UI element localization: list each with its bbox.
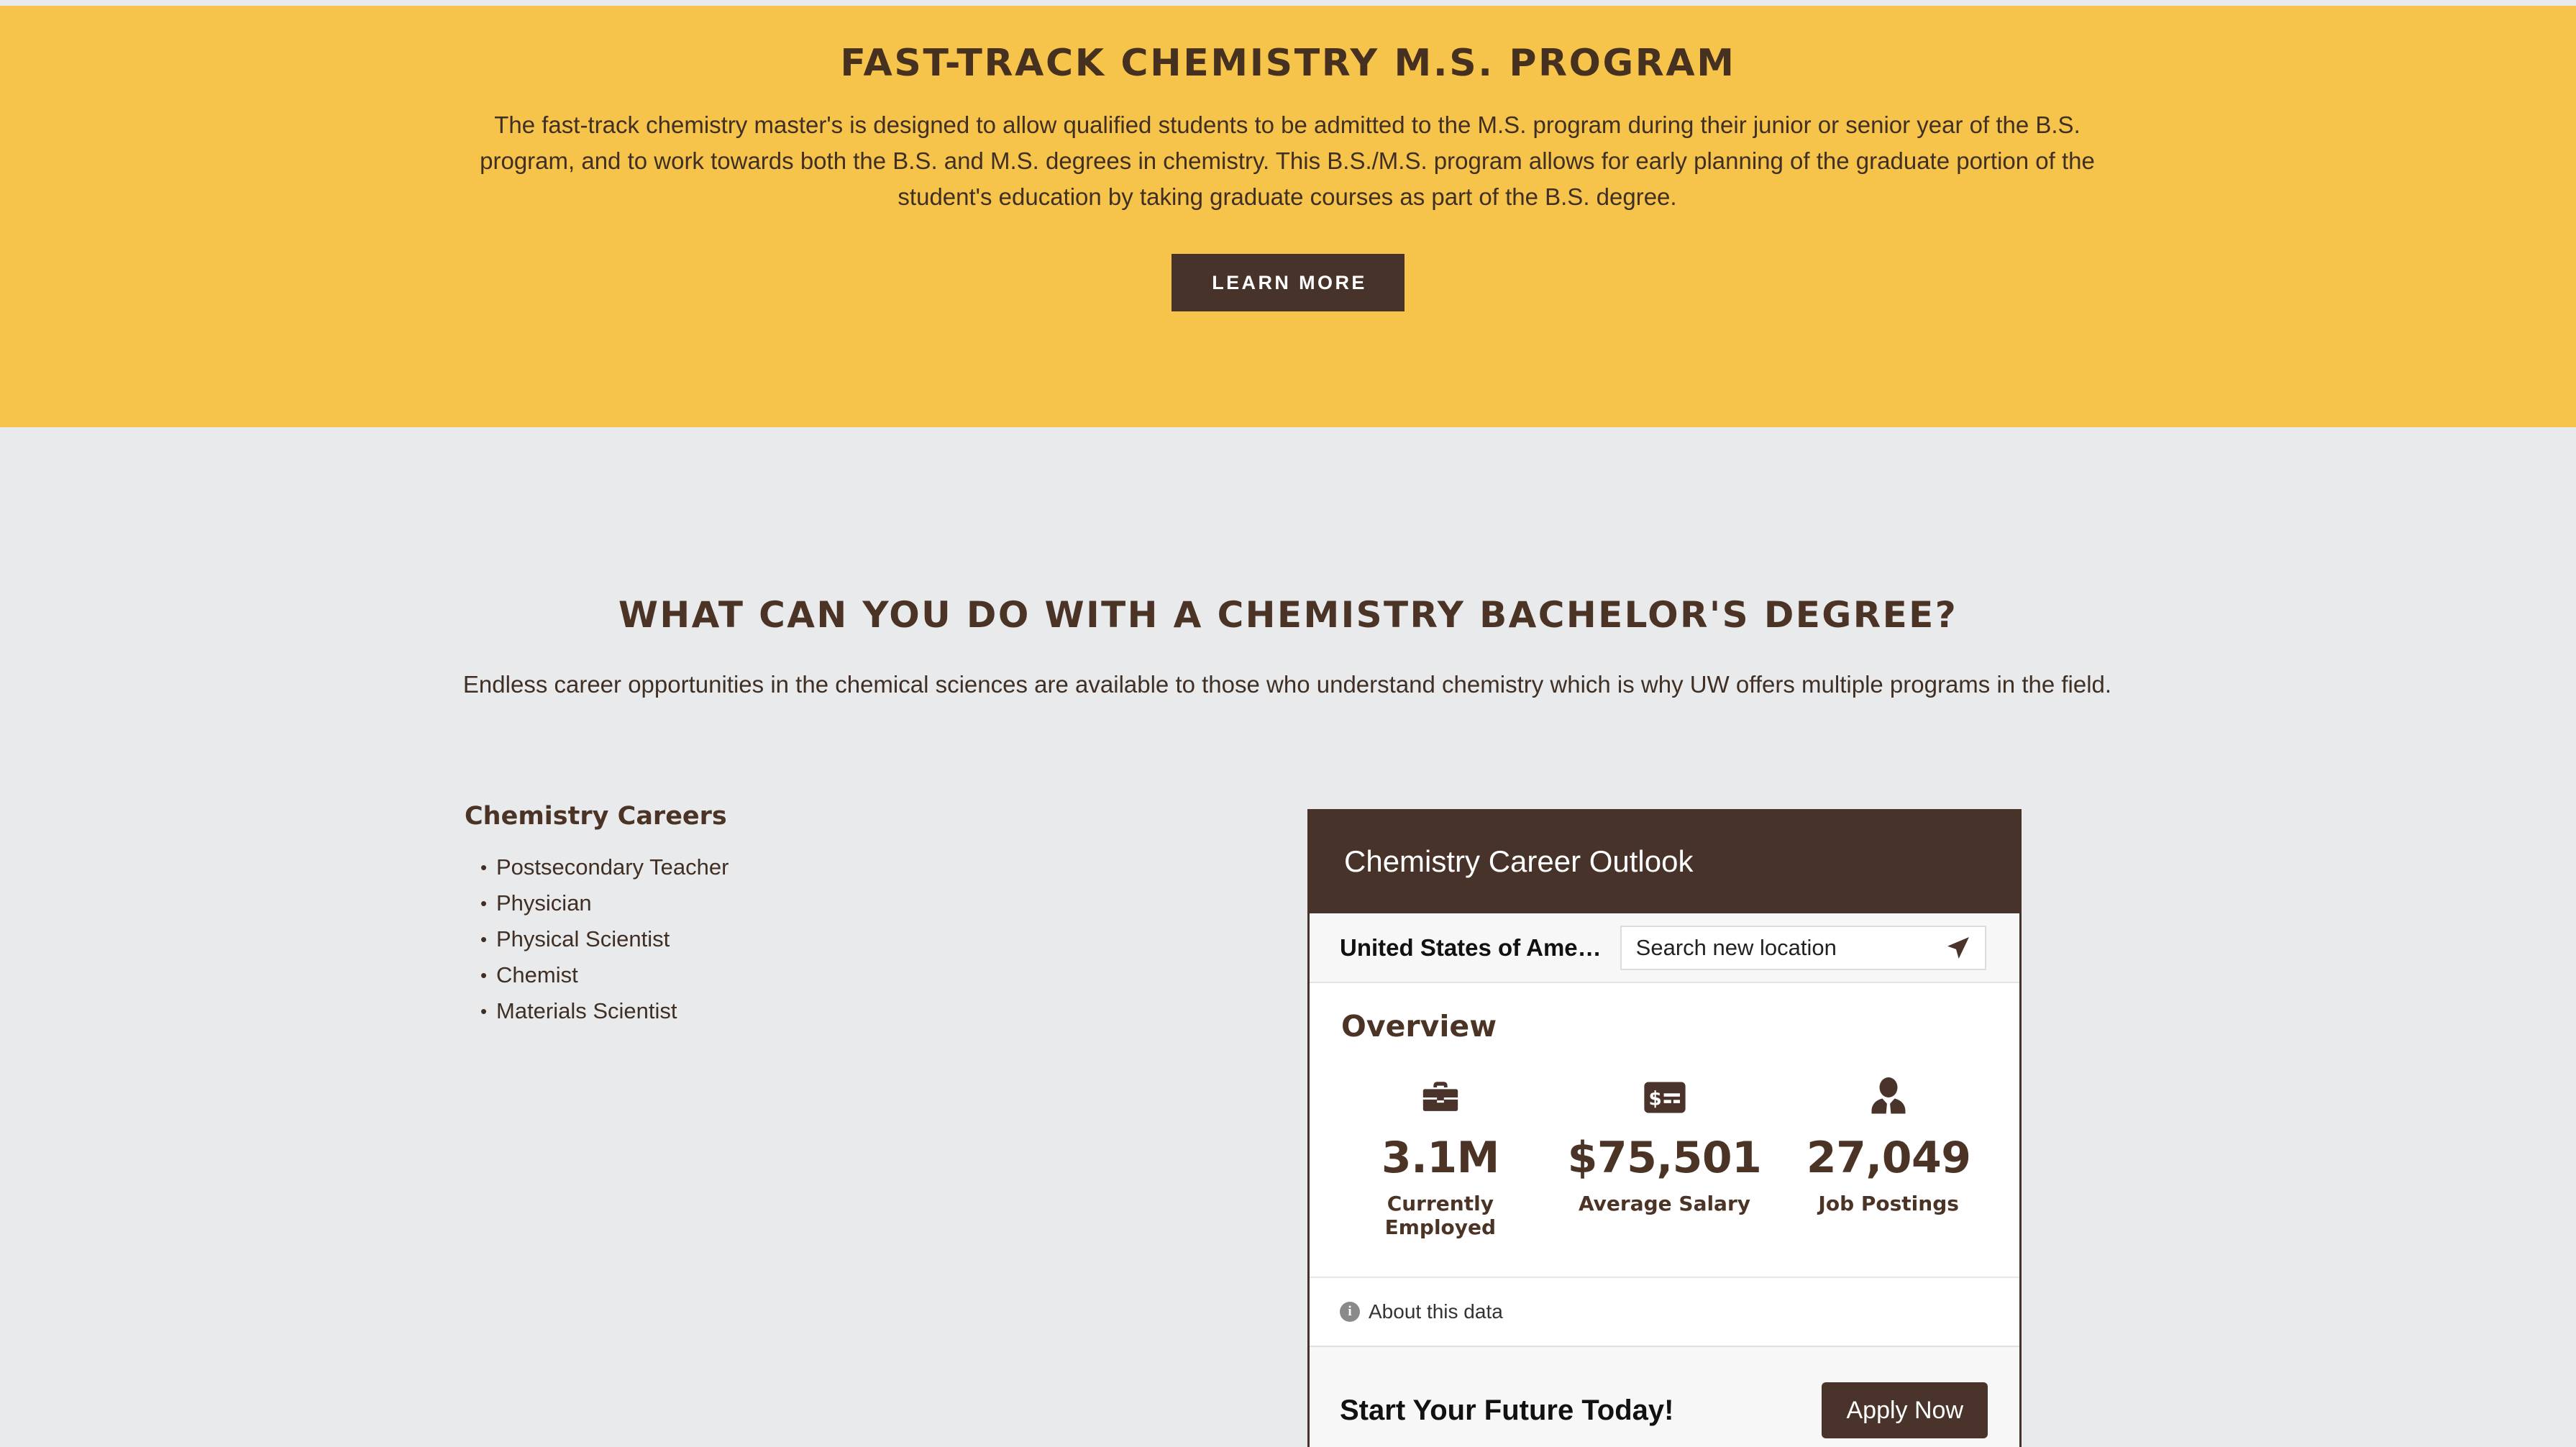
overview-title: Overview <box>1341 1009 1497 1044</box>
location-search-wrap[interactable] <box>1620 925 1986 970</box>
hero-paragraph: The fast-track chemistry master's is des… <box>480 111 2095 210</box>
hero-section: FAST-TRACK CHEMISTRY M.S. PROGRAM The fa… <box>0 6 2576 427</box>
widget-header: Chemistry Career Outlook <box>1310 809 2019 913</box>
about-this-data-row[interactable]: i About this data <box>1310 1277 2019 1346</box>
money-check-icon: $ <box>1553 1074 1777 1121</box>
page-root: FAST-TRACK CHEMISTRY M.S. PROGRAM The fa… <box>0 0 2576 1447</box>
overview-stats: 3.1M Currently Employed $ $75,501 Averag… <box>1310 1074 2019 1239</box>
business-person-icon <box>1776 1074 2001 1121</box>
stat-currently-employed: 3.1M Currently Employed <box>1328 1074 1553 1239</box>
stat-label: Currently Employed <box>1384 1192 1497 1239</box>
list-item: Materials Scientist <box>465 993 1112 1029</box>
info-circle-icon: i <box>1340 1302 1360 1322</box>
widget-cta-row: Start Your Future Today! Apply Now <box>1310 1346 2019 1447</box>
career-outlook-widget: Chemistry Career Outlook United States o… <box>1307 809 2022 1447</box>
widget-title: Chemistry Career Outlook <box>1344 844 1694 878</box>
careers-list: Postsecondary Teacher Physician Physical… <box>465 849 1112 1029</box>
navigation-arrow-icon[interactable] <box>1942 931 1975 964</box>
stat-value: $75,501 <box>1567 1133 1762 1183</box>
section-paragraph: Endless career opportunities in the chem… <box>462 671 2112 698</box>
top-strip <box>0 0 2576 6</box>
about-this-data-label[interactable]: About this data <box>1369 1300 1503 1323</box>
hero-cta-wrap: LEARN MORE <box>0 254 2576 311</box>
stat-label: Average Salary <box>1579 1192 1751 1215</box>
overview-block: Overview 3.1M Currently Employed $ $75,5… <box>1310 983 2019 1239</box>
stat-average-salary: $ $75,501 Average Salary <box>1553 1074 1777 1239</box>
hero-title: FAST-TRACK CHEMISTRY M.S. PROGRAM <box>840 41 1736 85</box>
learn-more-button[interactable]: LEARN MORE <box>1171 254 1405 311</box>
apply-now-button[interactable]: Apply Now <box>1822 1382 1988 1438</box>
list-item: Physical Scientist <box>465 921 1112 957</box>
stat-value: 3.1M <box>1381 1133 1499 1183</box>
stat-job-postings: 27,049 Job Postings <box>1776 1074 2001 1239</box>
location-bar: United States of Ame… <box>1310 913 2019 983</box>
location-search-input[interactable] <box>1621 926 1985 969</box>
widget-cta-text: Start Your Future Today! <box>1340 1394 1674 1426</box>
current-location-label: United States of Ame… <box>1340 934 1602 961</box>
list-item: Chemist <box>465 957 1112 993</box>
svg-text:$: $ <box>1648 1088 1661 1110</box>
list-item: Physician <box>465 885 1112 921</box>
stat-label: Job Postings <box>1818 1192 1959 1215</box>
briefcase-icon <box>1328 1074 1553 1121</box>
careers-section: WHAT CAN YOU DO WITH A CHEMISTRY BACHELO… <box>0 427 2576 1447</box>
list-item: Postsecondary Teacher <box>465 849 1112 885</box>
careers-list-title: Chemistry Careers <box>465 802 727 831</box>
stat-value: 27,049 <box>1806 1133 1971 1183</box>
section-title: WHAT CAN YOU DO WITH A CHEMISTRY BACHELO… <box>618 593 1958 636</box>
chemistry-careers-block: Chemistry Careers Postsecondary Teacher … <box>465 802 1112 1029</box>
